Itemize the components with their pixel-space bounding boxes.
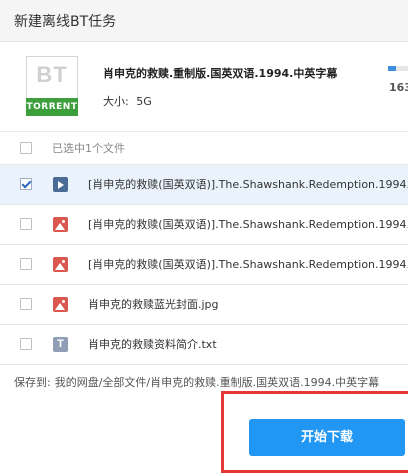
file-row[interactable]: [肖申克的救赎(国英双语)].The.Shawshank.Redemption.… [0, 204, 408, 244]
dialog-header: 新建离线BT任务 [0, 0, 408, 42]
file-list-header: 已选中1个文件 [0, 131, 408, 164]
file-checkbox[interactable] [20, 178, 32, 190]
torrent-info: BT TORRENT 肖申克的救赎.重制版.国英双语.1994.中英字幕 大小:… [0, 42, 408, 130]
size-value: 5G [136, 95, 152, 108]
torrent-title: 肖申克的救赎.重制版.国英双语.1994.中英字幕 [103, 67, 338, 80]
image-file-icon [53, 297, 68, 312]
select-all-checkbox[interactable] [20, 142, 32, 154]
selected-count-text: 已选中1个文件 [52, 142, 125, 155]
file-row[interactable]: [肖申克的救赎(国英双语)].The.Shawshank.Redemption.… [0, 244, 408, 284]
torrent-count: 163 [389, 81, 408, 94]
text-file-icon [53, 337, 68, 352]
file-checkbox[interactable] [20, 298, 32, 310]
file-name: 肖申克的救赎资料简介.txt [88, 338, 217, 351]
file-row[interactable]: [肖申克的救赎(国英双语)].The.Shawshank.Redemption.… [0, 164, 408, 204]
file-checkbox[interactable] [20, 258, 32, 270]
file-name: [肖申克的救赎(国英双语)].The.Shawshank.Redemption.… [88, 258, 408, 271]
file-checkbox[interactable] [20, 218, 32, 230]
video-file-icon [53, 177, 68, 192]
file-list-bottom-border [0, 364, 408, 365]
bt-icon-text: BT [36, 62, 68, 87]
save-path-link[interactable]: 我的网盘/全部文件/肖申克的救赎.重制版.国英双语.1994.中英字幕 [55, 376, 379, 389]
torrent-size: 大小: 5G [103, 93, 156, 109]
start-download-button[interactable]: 开始下载 [249, 419, 405, 456]
image-file-icon [53, 257, 68, 272]
file-name: [肖申克的救赎(国英双语)].The.Shawshank.Redemption.… [88, 178, 408, 191]
parse-progress-fill [388, 66, 396, 71]
parse-progress-bar [388, 66, 408, 71]
save-to-label: 保存到: [14, 376, 51, 389]
save-location: 保存到: 我的网盘/全部文件/肖申克的救赎.重制版.国英双语.1994.中英字幕 [14, 374, 408, 390]
file-row[interactable]: 肖申克的救赎蓝光封面.jpg [0, 284, 408, 324]
bt-torrent-icon: BT TORRENT [26, 56, 78, 116]
size-label: 大小: [103, 95, 129, 108]
file-checkbox[interactable] [20, 338, 32, 350]
dialog-title: 新建离线BT任务 [14, 14, 117, 30]
file-name: 肖申克的救赎蓝光封面.jpg [88, 298, 219, 311]
file-list: 已选中1个文件 [肖申克的救赎(国英双语)].The.Shawshank.Red… [0, 131, 408, 365]
file-row[interactable]: 肖申克的救赎资料简介.txt [0, 324, 408, 364]
file-name: [肖申克的救赎(国英双语)].The.Shawshank.Redemption.… [88, 218, 408, 231]
image-file-icon [53, 217, 68, 232]
bt-icon-label: TORRENT [26, 98, 78, 116]
